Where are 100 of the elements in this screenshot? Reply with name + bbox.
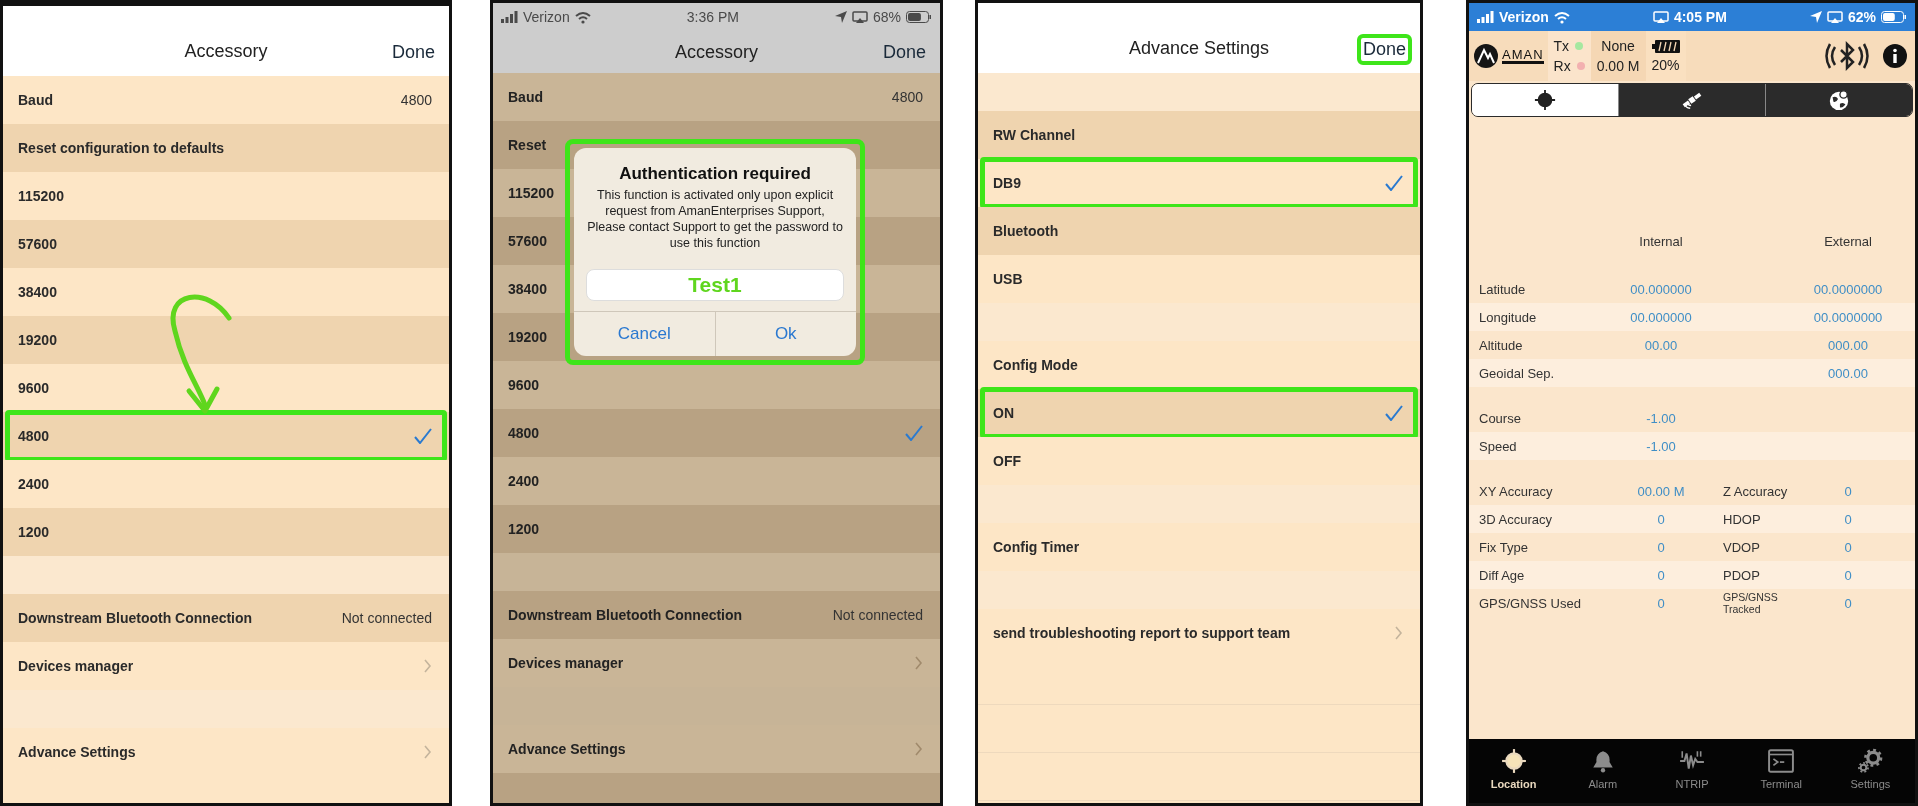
- signal-icon: [501, 11, 518, 23]
- row-label: Devices manager: [18, 658, 134, 674]
- row-label: 1200: [508, 521, 540, 537]
- field-label: PDOP: [1723, 567, 1761, 583]
- row-label: 2400: [508, 473, 540, 489]
- row-label: Advance Settings: [18, 744, 136, 760]
- ok-button[interactable]: Ok: [714, 312, 856, 356]
- screen-icon: [1652, 10, 1669, 24]
- done-button[interactable]: Done: [1356, 34, 1412, 65]
- row-label: DB9: [993, 175, 1021, 191]
- battery-icon: [1651, 39, 1680, 53]
- field-value: 0: [1656, 595, 1666, 611]
- nav-title: Advance Settings: [1128, 38, 1270, 59]
- tab-bar-item[interactable]: NTRIP: [1647, 739, 1737, 799]
- row-label: 4800: [18, 428, 50, 444]
- row-value: Not connected: [341, 610, 432, 626]
- row-label: Downstream Bluetooth Connection: [508, 607, 743, 623]
- field-label: GPS/GNSS Used: [1478, 595, 1582, 611]
- tab-bar-item[interactable]: Alarm: [1558, 739, 1648, 799]
- carrier-name: Verizon: [1499, 9, 1549, 25]
- row-label: OFF: [993, 453, 1021, 469]
- field-value: 00.00 M: [1636, 483, 1686, 499]
- field-label: Z Accuracy: [1723, 483, 1789, 499]
- field-value: 0: [1843, 595, 1853, 611]
- settings-row[interactable]: USB: [978, 255, 1420, 303]
- location-arrow-icon: [834, 11, 847, 23]
- globe-icon: [1828, 89, 1850, 111]
- row-label: Reset: [508, 137, 547, 153]
- carrier-name: Verizon: [523, 9, 570, 25]
- segment-tab[interactable]: [1472, 84, 1618, 116]
- column-header: Internal: [1638, 233, 1684, 249]
- row-label: 2400: [18, 476, 50, 492]
- clock: 3:36 PM: [686, 9, 739, 25]
- bluetooth-icon[interactable]: [1823, 41, 1871, 71]
- field-value: 0: [1843, 483, 1853, 499]
- field-value: 0: [1656, 567, 1666, 583]
- field-value: 0: [1656, 539, 1666, 555]
- field-value: 0: [1843, 539, 1853, 555]
- mountain-logo-icon: [1473, 43, 1499, 69]
- row-label: send troubleshooting report to support team: [993, 625, 1291, 641]
- settings-row[interactable]: OFF: [978, 437, 1420, 485]
- settings-row[interactable]: 1200: [3, 508, 449, 556]
- field-value: 0: [1843, 567, 1853, 583]
- row-label: 4800: [508, 425, 540, 441]
- tab-bar-item[interactable]: Location: [1469, 739, 1559, 799]
- settings-row[interactable]: 4800: [3, 412, 449, 460]
- info-icon[interactable]: [1883, 44, 1907, 68]
- done-button[interactable]: Done: [385, 37, 441, 68]
- row-label: 1200: [18, 524, 50, 540]
- clock: 4:05 PM: [1673, 9, 1727, 25]
- row-label: Baud: [508, 89, 543, 105]
- wifi-icon: [574, 10, 591, 24]
- nav-title: Accessory: [675, 41, 758, 63]
- field-label: Fix Type: [1478, 539, 1529, 555]
- chevron-icon: [915, 742, 923, 756]
- field-label: Longitude: [1478, 309, 1538, 325]
- field-value: 00.0000000: [1812, 281, 1884, 297]
- settings-row[interactable]: Downstream Bluetooth Connection Not connected: [493, 591, 940, 639]
- battery-icon: [1881, 11, 1907, 23]
- row-label: Bluetooth: [993, 223, 1059, 239]
- row-label: 57600: [508, 233, 547, 249]
- cancel-button[interactable]: Cancel: [574, 312, 715, 356]
- battery-level: 20%: [1651, 56, 1680, 73]
- settings-row[interactable]: Advance Settings: [3, 728, 449, 776]
- settings-row[interactable]: Bluetooth: [978, 207, 1420, 255]
- tab-bar-item[interactable]: Terminal: [1736, 739, 1826, 799]
- settings-row[interactable]: 38400: [3, 268, 449, 316]
- row-label: Downstream Bluetooth Connection: [18, 610, 253, 626]
- settings-row[interactable]: 115200: [3, 172, 449, 220]
- settings-row[interactable]: 2400: [3, 460, 449, 508]
- settings-row[interactable]: Devices manager: [3, 642, 449, 690]
- tab-bar-item[interactable]: Settings: [1825, 739, 1915, 799]
- settings-row[interactable]: Downstream Bluetooth Connection Not connected: [3, 594, 449, 642]
- settings-row[interactable]: ON: [978, 389, 1420, 437]
- row-label: 57600: [18, 236, 57, 252]
- row-label: 115200: [508, 185, 554, 201]
- row-label: Baud: [18, 92, 53, 108]
- chevron-icon: [424, 659, 432, 673]
- settings-row[interactable]: 4800: [493, 409, 940, 457]
- nav-title: Accessory: [184, 41, 268, 62]
- row-value: Not connected: [832, 607, 923, 623]
- settings-row[interactable]: 19200: [3, 316, 449, 364]
- field-label: Altitude: [1478, 337, 1524, 353]
- row-label: 9600: [508, 377, 540, 393]
- done-button[interactable]: Done: [876, 36, 932, 68]
- segment-tab[interactable]: [1765, 84, 1912, 116]
- field-label: GPS/GNSS Tracked: [1723, 591, 1779, 615]
- row-label: ON: [993, 405, 1014, 421]
- settings-row[interactable]: 9600: [3, 364, 449, 412]
- settings-row[interactable]: Baud 4800: [3, 76, 449, 124]
- settings-row[interactable]: 1200: [493, 505, 940, 553]
- field-label: Latitude: [1478, 281, 1527, 297]
- row-value: 4800: [891, 89, 923, 105]
- settings-row[interactable]: DB9: [978, 159, 1420, 207]
- indicator-label: Rx: [1553, 58, 1571, 74]
- field-value: -1.00: [1645, 410, 1677, 426]
- row-label: Devices manager: [508, 655, 624, 671]
- settings-row[interactable]: send troubleshooting report to support team: [978, 609, 1420, 657]
- settings-row[interactable]: 57600: [3, 220, 449, 268]
- gears-icon: [1857, 748, 1884, 774]
